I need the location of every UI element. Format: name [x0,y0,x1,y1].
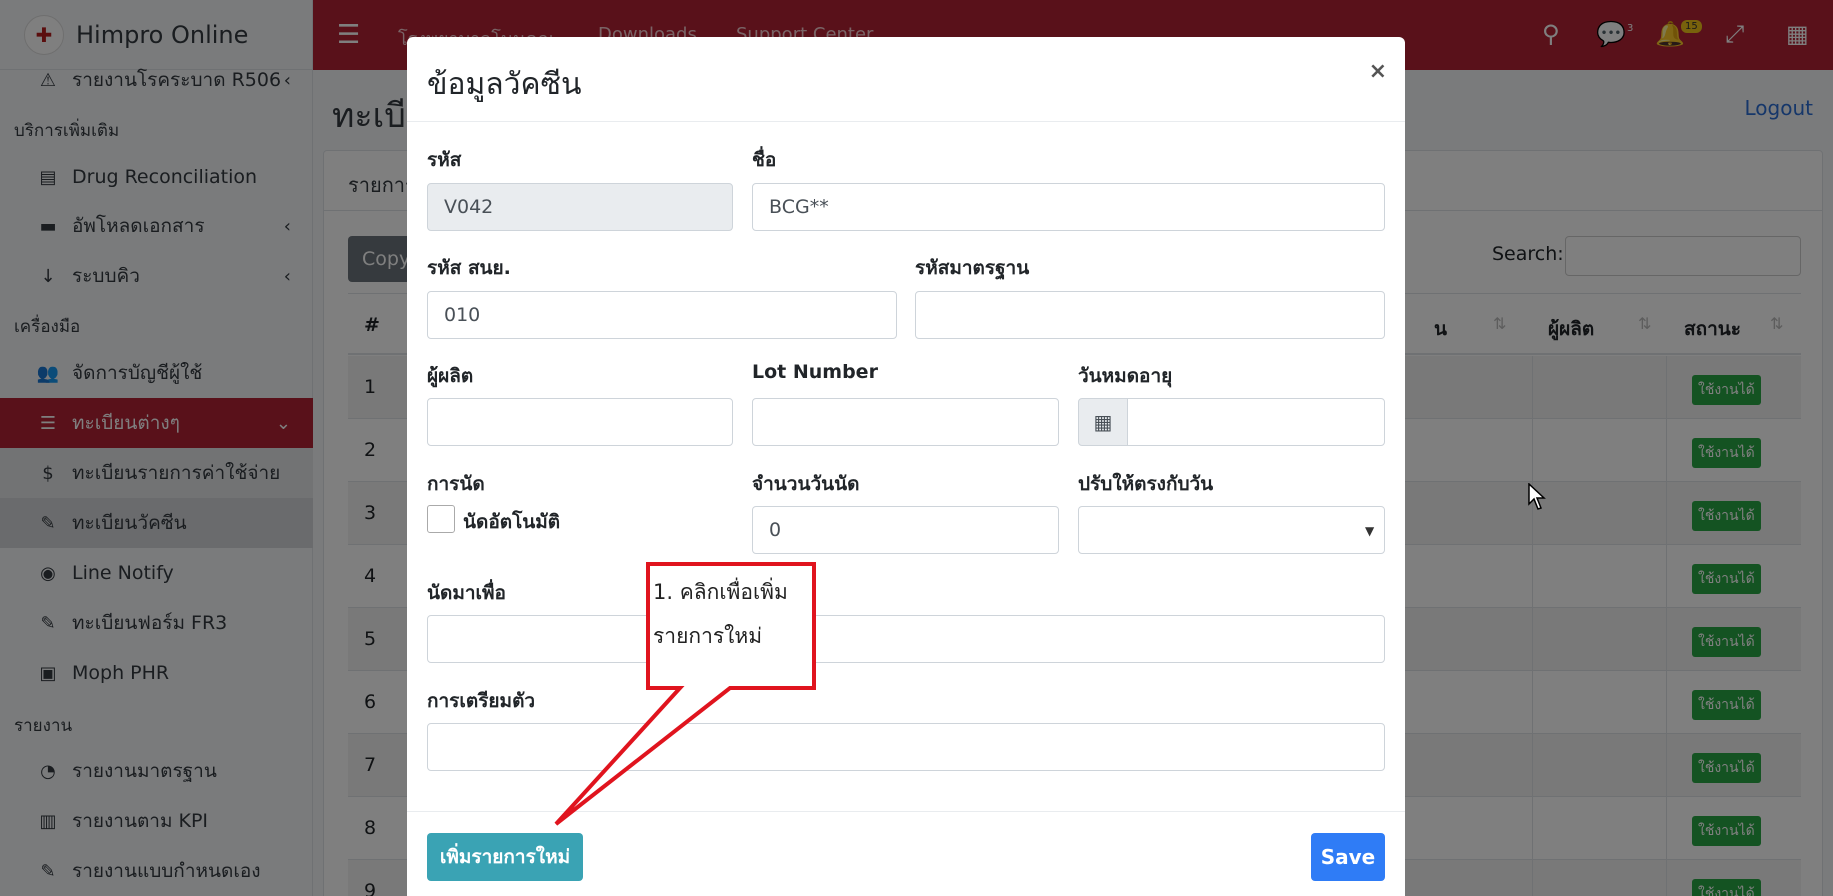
callout-annotation [554,562,816,826]
callout-line-1: 1. คลิกเพื่อเพิ่ม [653,580,788,604]
mouse-cursor-icon [1528,483,1546,510]
callout-text: 1. คลิกเพื่อเพิ่ม รายการใหม่ [653,570,808,658]
callout-line-2: รายการใหม่ [653,624,763,648]
